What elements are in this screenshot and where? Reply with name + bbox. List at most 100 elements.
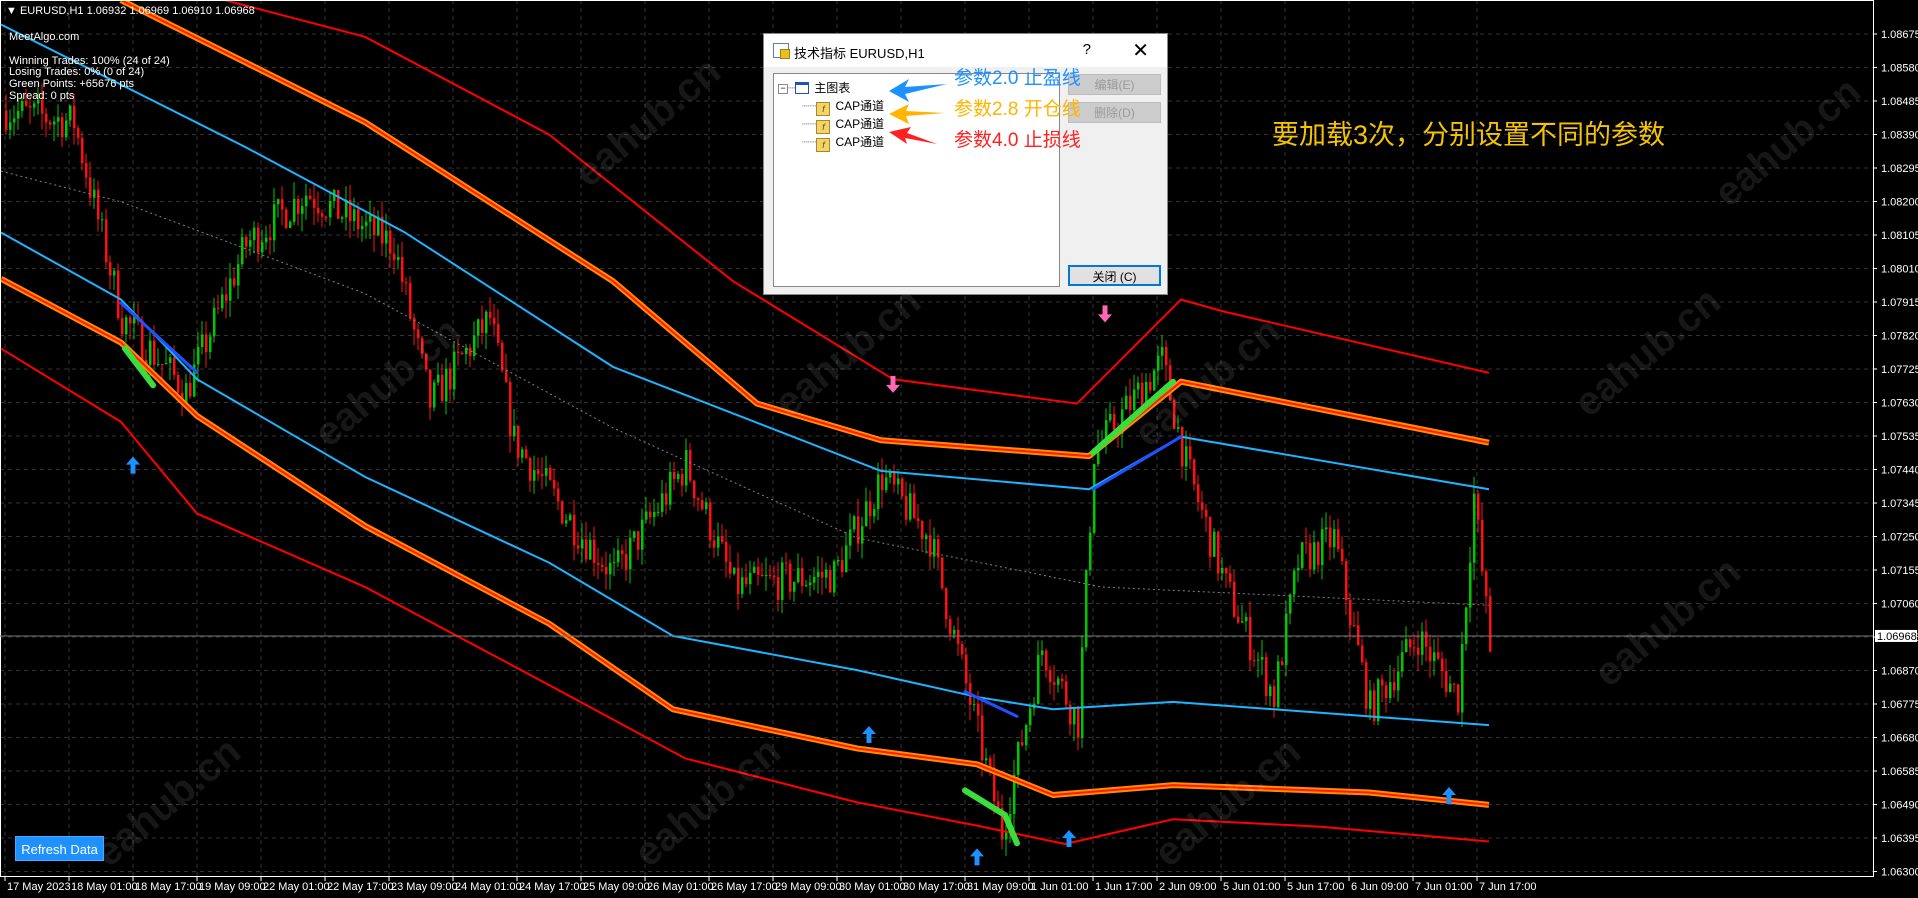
candle [1209, 516, 1212, 557]
candle [745, 577, 748, 585]
candle [217, 307, 220, 309]
candle [1357, 625, 1360, 646]
close-button[interactable]: 关闭 (C) [1068, 265, 1161, 286]
candle [665, 493, 668, 505]
candle [229, 278, 232, 301]
candle [1285, 613, 1288, 665]
candle [525, 449, 528, 459]
candle [369, 215, 372, 222]
candle [261, 242, 264, 253]
spread: Spread: 0 pts [9, 90, 75, 102]
candle [1329, 527, 1332, 548]
candle [81, 137, 84, 164]
candle [905, 496, 908, 520]
candle [1337, 529, 1340, 550]
candle [1141, 382, 1144, 407]
candle [557, 488, 560, 502]
candle [805, 585, 808, 587]
candle [1089, 532, 1092, 571]
candle [1417, 647, 1420, 655]
candle [173, 357, 176, 375]
candle [397, 256, 400, 260]
tree-root[interactable]: − ┈ 主图表 [778, 79, 850, 96]
candle [733, 567, 736, 574]
candle [357, 209, 360, 230]
candle [501, 342, 504, 371]
time-tick-label: 30 May 17:00 [903, 881, 970, 893]
candle [541, 474, 544, 476]
candle [861, 526, 864, 544]
candle [221, 294, 224, 309]
collapse-icon[interactable]: − [778, 84, 788, 94]
annotation-arrows [889, 79, 947, 144]
candle [89, 177, 92, 198]
candle [1137, 382, 1140, 390]
edit-button[interactable]: 编辑(E) [1068, 74, 1161, 95]
candle [601, 564, 604, 568]
annotation-main: 要加载3次，分别设置不同的参数 [1272, 120, 1666, 150]
candle [233, 278, 236, 286]
tree-item-cap-2[interactable]: ┈┈ f CAP通道 [802, 115, 884, 134]
symbol-header[interactable]: ▼ EURUSD,H1 1.06932 1.06969 1.06910 1.06… [6, 5, 255, 17]
candle [1305, 542, 1308, 544]
candle [337, 190, 340, 219]
candle [489, 311, 492, 318]
candle [161, 364, 164, 366]
candle [661, 493, 664, 512]
candle [965, 654, 968, 684]
time-tick-label: 2 Jun 09:00 [1159, 881, 1217, 893]
chevron-down-icon[interactable]: ▼ [6, 5, 20, 17]
candle [553, 479, 556, 489]
buy-arrow-icon [126, 456, 140, 474]
candle [1037, 654, 1040, 704]
candle [841, 559, 844, 573]
candle [825, 569, 828, 578]
candle [913, 493, 916, 519]
losing-trades: Losing Trades: 0% (0 of 24) [9, 66, 145, 78]
candle [1041, 650, 1044, 655]
candle [573, 514, 576, 546]
candle [509, 382, 512, 437]
delete-button[interactable]: 删除(D) [1068, 102, 1161, 123]
candle [1189, 446, 1192, 460]
candle [1265, 657, 1268, 697]
time-tick-label: 22 May 17:00 [327, 881, 394, 893]
candle [865, 501, 868, 527]
candle [505, 370, 508, 383]
candle [141, 320, 144, 360]
price-tick-label: 1.08580 [1881, 63, 1918, 75]
candle [725, 542, 728, 562]
candle [545, 468, 548, 476]
candle [569, 514, 572, 521]
price-tick-label: 1.06775 [1881, 699, 1918, 711]
candle [701, 499, 704, 510]
candle [1077, 707, 1080, 738]
candle [633, 531, 636, 538]
candle [709, 502, 712, 541]
candle [529, 458, 532, 481]
time-tick-label: 7 Jun 17:00 [1479, 881, 1537, 893]
candle [821, 571, 824, 578]
candle [1261, 657, 1264, 660]
price-tick-label: 1.08200 [1881, 197, 1918, 209]
candle [721, 536, 724, 543]
candle [1349, 599, 1352, 626]
time-tick-label: 5 Jun 01:00 [1223, 881, 1281, 893]
tree-item-cap-3[interactable]: ┈┈ f CAP通道 [802, 133, 884, 152]
close-icon[interactable]: ✕ [1132, 38, 1149, 63]
time-tick-label: 17 May 2023 [7, 881, 71, 893]
candle [297, 198, 300, 214]
help-button[interactable]: ? [1083, 41, 1091, 58]
candle [1053, 682, 1056, 685]
candle [1217, 531, 1220, 574]
candle [493, 317, 496, 325]
indicator-f-icon: f [816, 102, 831, 116]
time-tick-label: 30 May 01:00 [839, 881, 906, 893]
refresh-data-button[interactable]: Refresh Data [15, 836, 104, 861]
price-tick-label: 1.08105 [1881, 230, 1918, 242]
candle [33, 103, 36, 108]
candle [1253, 660, 1256, 662]
tree-item-cap-1[interactable]: ┈┈ f CAP通道 [802, 97, 884, 116]
candle [121, 317, 124, 335]
candle [577, 545, 580, 549]
